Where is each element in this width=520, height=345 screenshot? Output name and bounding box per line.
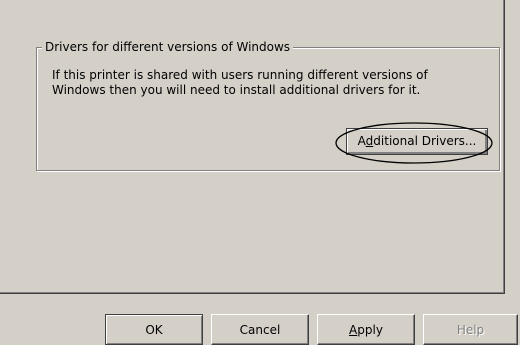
additional-drivers-label-start: A (357, 134, 366, 148)
cancel-button[interactable]: Cancel (211, 314, 309, 345)
additional-drivers-button[interactable]: Additional Drivers... (346, 128, 488, 155)
apply-button[interactable]: Apply (317, 314, 415, 345)
help-button[interactable]: Help (423, 314, 518, 345)
additional-drivers-label-end: ditional Drivers... (373, 134, 477, 148)
drivers-description: If this printer is shared with users run… (52, 68, 428, 97)
drivers-groupbox-title: Drivers for different versions of Window… (42, 39, 294, 55)
apply-label-end: pply (357, 322, 383, 337)
printer-properties-dialog: Drivers for different versions of Window… (0, 0, 520, 345)
ok-button[interactable]: OK (105, 314, 203, 345)
